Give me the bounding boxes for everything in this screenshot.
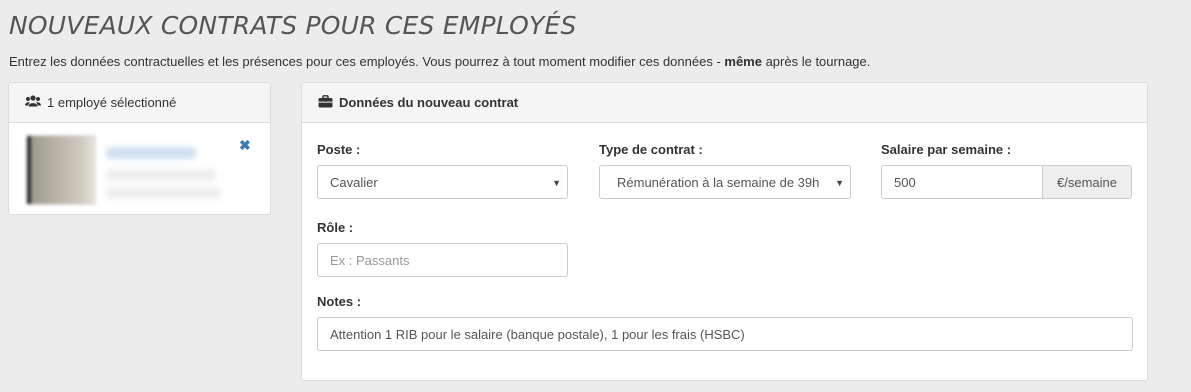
chevron-down-icon: ▼ — [835, 178, 844, 188]
type-contrat-select[interactable]: Rémunération à la semaine de 39h ▼ — [599, 165, 851, 199]
salaire-unit-addon: €/semaine — [1042, 165, 1132, 199]
selected-employees-heading: 1 employé sélectionné — [9, 83, 270, 123]
selected-employees-panel: 1 employé sélectionné ✖ — [8, 82, 271, 215]
page-title: NOUVEAUX CONTRATS POUR CES EMPLOYÉS — [9, 11, 577, 40]
employee-card[interactable] — [26, 135, 226, 205]
poste-select[interactable]: Cavalier ▼ — [317, 165, 568, 199]
users-icon — [25, 95, 41, 110]
salaire-input-group: 500 €/semaine — [881, 165, 1132, 199]
intro-bold: même — [724, 54, 762, 69]
intro-text: Entrez les données contractuelles et les… — [9, 54, 871, 69]
new-contract-title: Données du nouveau contrat — [339, 95, 519, 110]
employee-detail-redacted — [106, 169, 216, 181]
selected-employees-count: 1 employé sélectionné — [47, 95, 177, 110]
close-icon[interactable]: ✖ — [239, 137, 251, 154]
salaire-input[interactable]: 500 — [881, 165, 1042, 199]
role-label: Rôle : — [317, 220, 354, 235]
poste-label: Poste : — [317, 142, 361, 157]
type-contrat-label: Type de contrat : — [599, 142, 703, 157]
notes-label: Notes : — [317, 294, 362, 309]
avatar — [26, 135, 96, 205]
employee-name-redacted — [106, 147, 196, 159]
role-input[interactable]: Ex : Passants — [317, 243, 568, 277]
new-contract-panel: Données du nouveau contrat Poste : Caval… — [301, 82, 1148, 381]
notes-input[interactable]: Attention 1 RIB pour le salaire (banque … — [317, 317, 1133, 351]
employee-detail-redacted — [106, 187, 221, 199]
salaire-label: Salaire par semaine : — [881, 142, 1012, 157]
briefcase-icon — [318, 94, 333, 111]
chevron-down-icon: ▼ — [552, 178, 561, 188]
new-contract-heading: Données du nouveau contrat — [302, 83, 1147, 123]
role-placeholder: Ex : Passants — [330, 252, 410, 268]
